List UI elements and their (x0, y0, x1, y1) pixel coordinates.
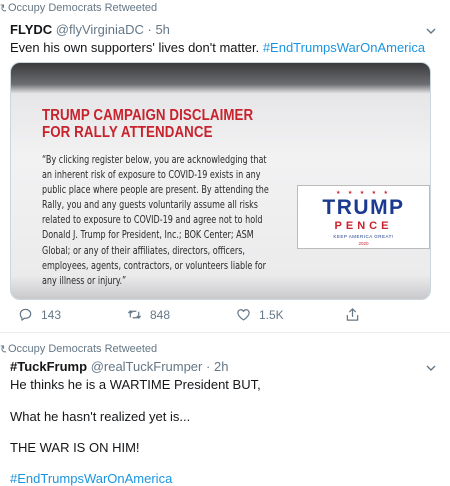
retweet-button[interactable]: 848 (127, 307, 170, 322)
retweet-context: ↻Occupy Democrats Retweeted (0, 2, 158, 15)
share-button[interactable] (345, 307, 360, 322)
tweet-2[interactable]: ↻Occupy Democrats Retweeted #TuckFrump @… (0, 334, 450, 486)
tweet-header: #TuckFrump @realTuckFrumper · 2h (10, 359, 228, 374)
slide-title: TRUMP CAMPAIGN DISCLAIMER FOR RALLY ATTE… (42, 107, 254, 141)
retweet-icon (127, 310, 142, 319)
tweet-1[interactable]: ↻Occupy Democrats Retweeted FLYDC @flyVi… (0, 0, 450, 333)
tweet-time[interactable]: 5h (155, 22, 169, 37)
retweet-context: ↻Occupy Democrats Retweeted (0, 343, 158, 356)
tweet-text-line-3: THE WAR IS ON HIM! (10, 440, 140, 455)
like-count: 1.5K (259, 307, 284, 322)
slide-body: “By clicking register below, you are ack… (42, 155, 269, 287)
retweet-icon: ↻ (0, 344, 6, 356)
trump-pence-logo: ★ ★ ★ ★ ★ TRUMP PENCE KEEP AMERICA GREAT… (297, 185, 430, 249)
tweet-media-image[interactable]: TRUMP CAMPAIGN DISCLAIMER FOR RALLY ATTE… (10, 62, 431, 300)
reply-icon (19, 308, 32, 321)
tweet-actions: 143 848 1.5K (0, 307, 450, 325)
tweet-text: Even his own supporters' lives don't mat… (10, 40, 426, 55)
separator-dot: · (147, 22, 152, 37)
chevron-down-icon[interactable] (426, 363, 436, 373)
chevron-down-icon[interactable] (426, 26, 436, 36)
reply-button[interactable]: 143 (18, 307, 61, 322)
tweet-text-line-1: He thinks he is a WARTIME President BUT, (10, 377, 261, 392)
hashtag-link[interactable]: #EndTrumpsWarOnAmerica (263, 40, 425, 55)
like-icon (237, 309, 250, 321)
tweet-text-line-2: What he hasn't realized yet is... (10, 409, 191, 424)
author-name[interactable]: #TuckFrump (10, 359, 87, 374)
author-handle[interactable]: @flyVirginiaDC (56, 22, 144, 37)
like-button[interactable]: 1.5K (236, 307, 284, 322)
retweet-icon: ↻ (0, 3, 6, 15)
retweet-count: 848 (150, 307, 171, 322)
tweet-time[interactable]: 2h (214, 359, 228, 374)
hashtag-link[interactable]: #EndTrumpsWarOnAmerica (10, 470, 172, 486)
separator-dot: · (206, 359, 211, 374)
reply-count: 143 (41, 307, 62, 322)
tweet-header: FLYDC @flyVirginiaDC · 5h (10, 22, 170, 37)
share-icon (346, 308, 359, 321)
author-name[interactable]: FLYDC (10, 22, 52, 37)
author-handle[interactable]: @realTuckFrumper (91, 359, 203, 374)
